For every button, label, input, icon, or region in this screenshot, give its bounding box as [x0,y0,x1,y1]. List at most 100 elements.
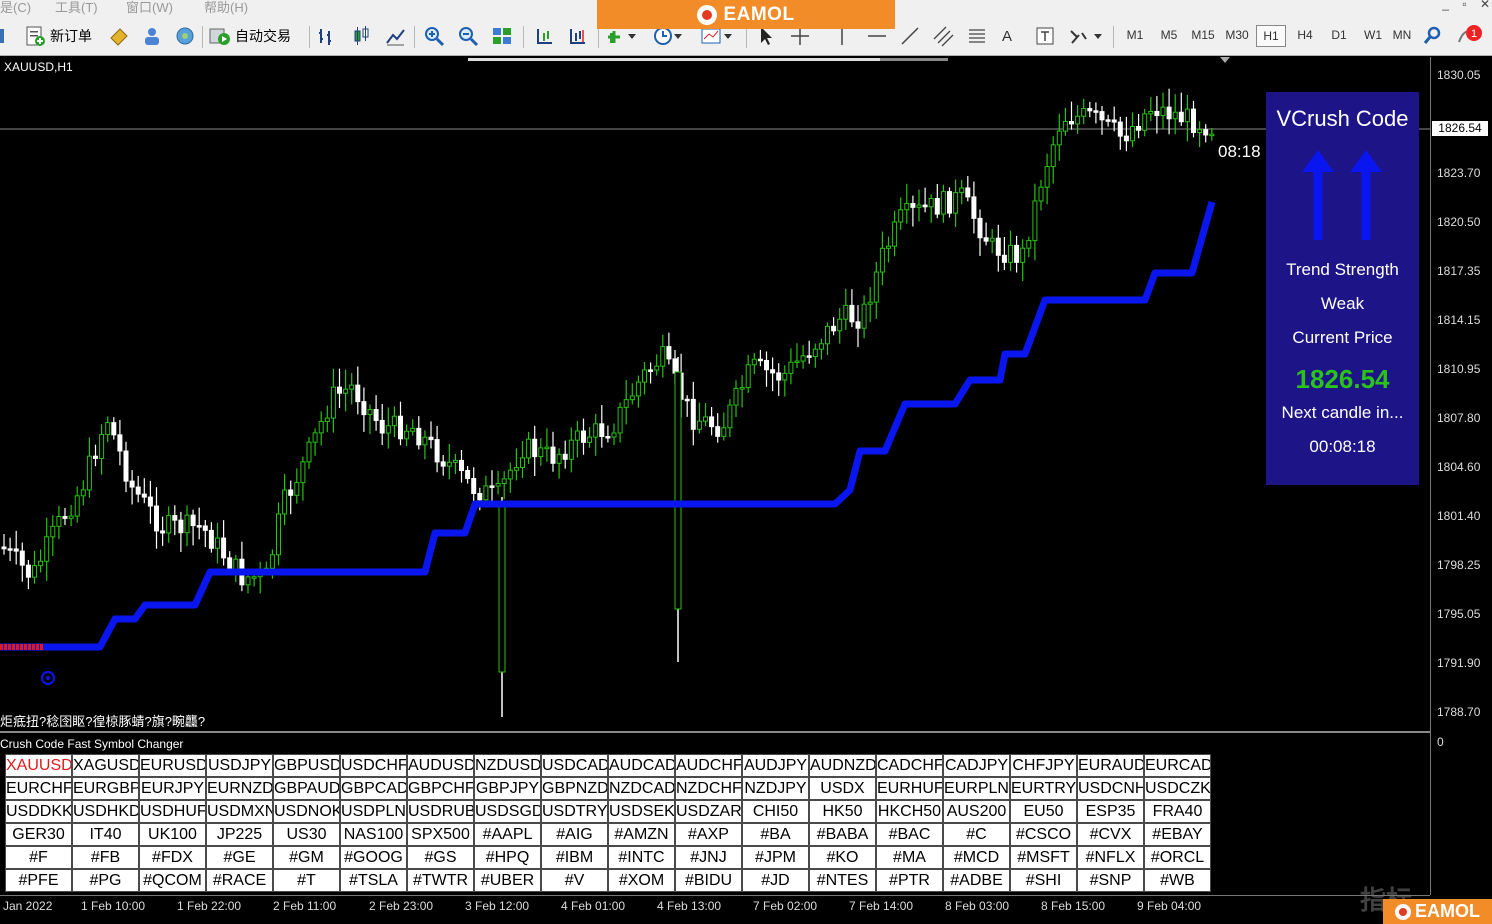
symbol-button[interactable]: JP225 [206,823,273,846]
symbol-button[interactable]: #RACE [206,869,273,892]
symbol-button[interactable]: #BA [742,823,809,846]
symbol-button[interactable]: USDSGD [474,800,541,823]
menu-item-tools[interactable]: 工具(T) [55,0,98,16]
timeframe-d1[interactable]: D1 [1324,28,1354,42]
symbol-button[interactable]: EURCAD [1144,754,1211,777]
bar-chart-icon[interactable] [316,23,338,49]
symbol-button[interactable]: EURPLN [943,777,1010,800]
symbol-button[interactable]: NZDCHF [675,777,742,800]
symbol-button[interactable]: NZDJPY [742,777,809,800]
symbol-button[interactable]: USDCNH [1077,777,1144,800]
symbol-button[interactable]: USDDKK [5,800,72,823]
symbol-button[interactable]: #GOOG [340,846,407,869]
symbol-button[interactable]: CHI50 [742,800,809,823]
new-order-button[interactable]: 新订单 [24,23,92,49]
symbol-button[interactable]: EURTRY [1010,777,1077,800]
search-icon[interactable] [1422,23,1444,49]
symbol-button[interactable]: EURGBP [72,777,139,800]
symbol-button[interactable]: #MSFT [1010,846,1077,869]
symbol-button[interactable]: FRA40 [1144,800,1211,823]
symbol-button[interactable]: #INTC [608,846,675,869]
candlestick-icon[interactable] [350,23,372,49]
notifications-icon[interactable]: 1 [1456,23,1484,49]
symbol-button[interactable]: #TWTR [407,869,474,892]
symbol-button[interactable]: #KO [809,846,876,869]
subwindow-separator[interactable] [0,731,1430,733]
symbol-button[interactable]: GBPCAD [340,777,407,800]
symbol-button[interactable]: #MCD [943,846,1010,869]
metaeditor-icon[interactable] [108,23,130,49]
auto-trading-button[interactable]: 自动交易 [208,23,291,49]
symbol-button[interactable]: EURUSD [139,754,206,777]
fibonacci-icon[interactable] [966,23,988,49]
symbol-button[interactable]: #SNP [1077,869,1144,892]
symbol-button[interactable]: USDRUB [407,800,474,823]
symbol-button[interactable]: AUDJPY [742,754,809,777]
tile-windows-icon[interactable] [491,23,513,49]
symbol-button[interactable]: #EBAY [1144,823,1211,846]
symbol-button[interactable]: GER30 [5,823,72,846]
symbol-button[interactable]: #UBER [474,869,541,892]
symbol-button[interactable]: #HPQ [474,846,541,869]
symbol-button[interactable]: EURCHF [5,777,72,800]
symbol-button[interactable]: USDSEK [608,800,675,823]
symbol-button[interactable]: XAGUSD [72,754,139,777]
symbol-button[interactable]: UK100 [139,823,206,846]
symbol-button[interactable]: HK50 [809,800,876,823]
symbol-button[interactable]: #WB [1144,869,1211,892]
menu-item-window[interactable]: 窗口(W) [126,0,173,16]
profiles-icon[interactable] [0,23,8,49]
symbol-button[interactable]: AUDUSD [407,754,474,777]
symbol-button[interactable]: GBPNZD [541,777,608,800]
symbol-button[interactable]: #GM [273,846,340,869]
symbol-button[interactable]: EURHUF [876,777,943,800]
symbol-button[interactable]: AUS200 [943,800,1010,823]
symbol-button[interactable]: #AIG [541,823,608,846]
timeframe-m15[interactable]: M15 [1188,28,1218,42]
autoscroll-icon[interactable] [533,23,555,49]
symbol-button[interactable]: NAS100 [340,823,407,846]
symbol-button[interactable]: #T [273,869,340,892]
symbol-button[interactable]: USDHUF [139,800,206,823]
text-tool-icon[interactable]: A [1002,23,1012,49]
symbol-button[interactable]: US30 [273,823,340,846]
symbol-button[interactable]: #QCOM [139,869,206,892]
symbol-button[interactable]: #CVX [1077,823,1144,846]
timeframe-mn[interactable]: MN [1392,28,1412,42]
market-watch-icon[interactable] [174,23,196,49]
symbol-button[interactable]: USDX [809,777,876,800]
price-chart[interactable] [0,57,1430,731]
symbol-button[interactable]: #F [5,846,72,869]
symbol-button[interactable]: #BAC [876,823,943,846]
menu-item-help[interactable]: 帮助(H) [204,0,248,16]
symbol-button[interactable]: #JNJ [675,846,742,869]
symbol-button[interactable]: USDCZK [1144,777,1211,800]
symbol-button[interactable]: USDCHF [340,754,407,777]
symbol-button[interactable]: USDPLN [340,800,407,823]
symbol-button[interactable]: #JPM [742,846,809,869]
symbol-button[interactable]: SPX500 [407,823,474,846]
symbol-button[interactable]: USDZAR [675,800,742,823]
symbol-button[interactable]: #GS [407,846,474,869]
symbol-button[interactable]: EURNZD [206,777,273,800]
symbol-button[interactable]: #CSCO [1010,823,1077,846]
symbol-button[interactable]: EURAUD [1077,754,1144,777]
timeframe-w1[interactable]: W1 [1358,28,1388,42]
symbol-button[interactable]: #C [943,823,1010,846]
symbol-button[interactable]: #FB [72,846,139,869]
symbol-button[interactable]: XAUUSD [5,754,72,777]
symbol-button[interactable]: #JD [742,869,809,892]
symbol-button[interactable]: #ADBE [943,869,1010,892]
symbol-button[interactable]: #NFLX [1077,846,1144,869]
symbol-button[interactable]: GBPJPY [474,777,541,800]
channel-icon[interactable] [932,23,954,49]
symbol-button[interactable]: USDTRY [541,800,608,823]
symbol-button[interactable]: EURJPY [139,777,206,800]
timeframe-m5[interactable]: M5 [1154,28,1184,42]
symbol-button[interactable]: GBPCHF [407,777,474,800]
line-chart-icon[interactable] [384,23,406,49]
minimize-button[interactable]: _ [1442,0,1449,11]
close-button[interactable]: ✕ [1480,0,1490,11]
symbol-button[interactable]: #BIDU [675,869,742,892]
chart-shift-icon[interactable] [566,23,588,49]
